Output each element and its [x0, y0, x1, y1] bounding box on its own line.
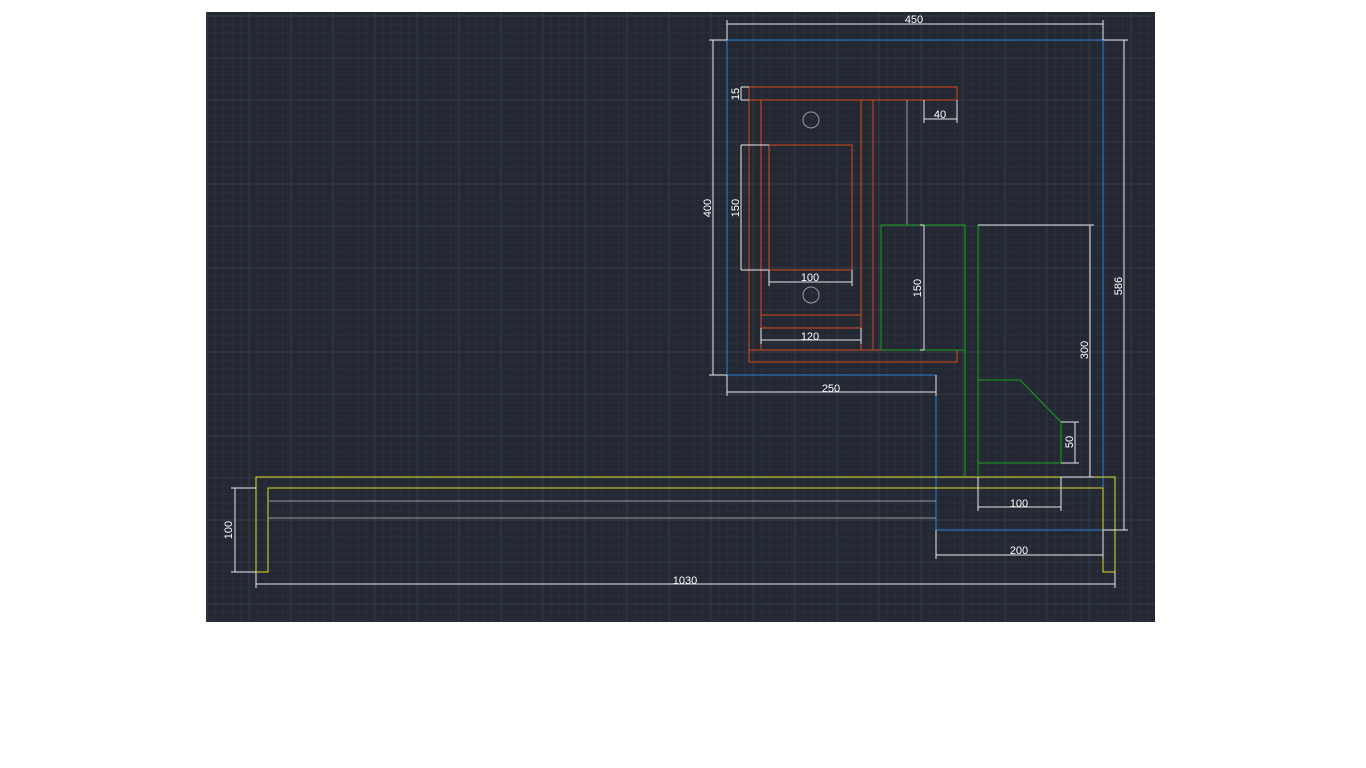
- dimension-200: 200: [1010, 545, 1028, 557]
- dimension-1030: 1030: [673, 575, 697, 587]
- dimension-100-left: 100: [223, 521, 235, 539]
- dimension-300: 300: [1079, 341, 1091, 359]
- dimension-50: 50: [1064, 436, 1076, 448]
- dimension-100-green: 100: [1010, 498, 1028, 510]
- dimension-150-green: 150: [912, 279, 924, 297]
- dimension-250: 250: [822, 383, 840, 395]
- dimension-450: 450: [905, 14, 923, 26]
- dimension-100-inner: 100: [801, 272, 819, 284]
- dimension-15: 15: [730, 88, 742, 100]
- dimension-586: 586: [1113, 277, 1125, 295]
- dimension-120: 120: [801, 331, 819, 343]
- cad-drawing-viewport[interactable]: 450 586 400 15 40 150 100 120 150 300 25…: [206, 12, 1155, 622]
- dimension-400: 400: [702, 199, 714, 217]
- dimension-40: 40: [934, 109, 946, 121]
- cad-drawing: 450 586 400 15 40 150 100 120 150 300 25…: [206, 12, 1155, 622]
- dimension-150-left: 150: [730, 199, 742, 217]
